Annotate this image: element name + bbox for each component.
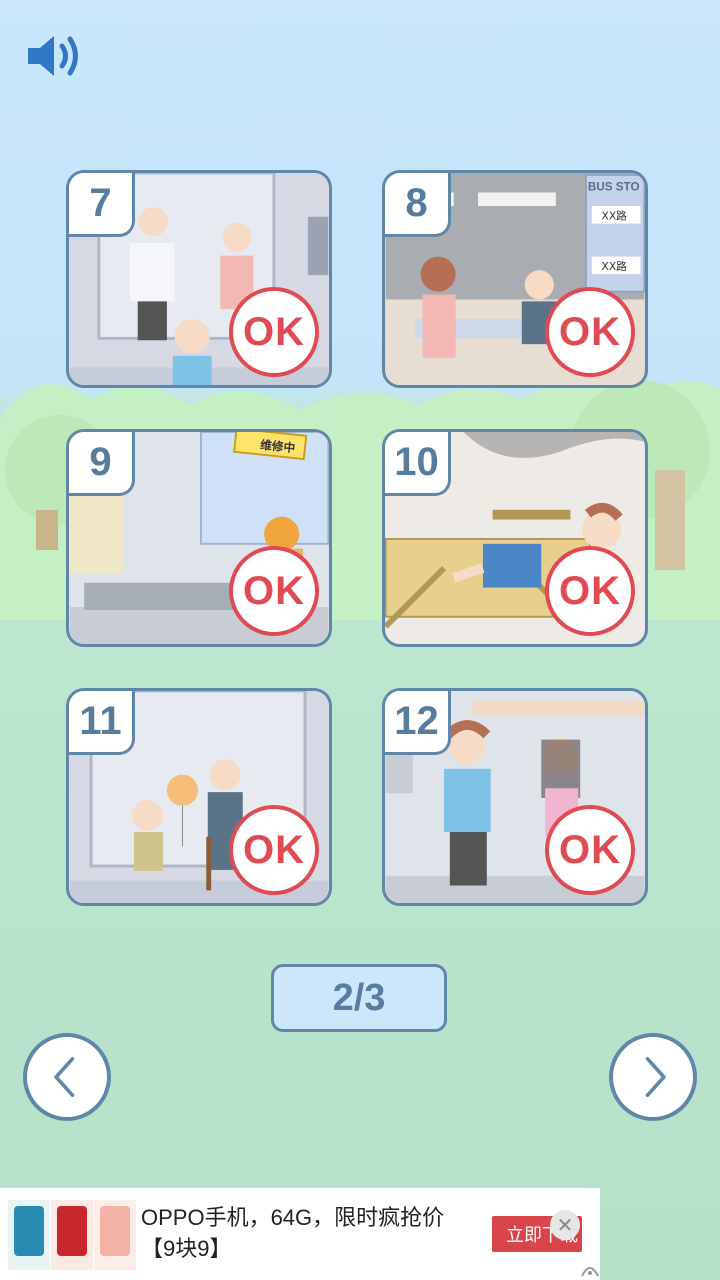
ok-badge: OK <box>229 287 319 377</box>
ad-subtitle: 【9块9】 <box>141 1236 232 1261</box>
ad-mark-icon <box>581 1267 599 1277</box>
level-number: 10 <box>385 432 451 496</box>
level-card-11[interactable]: 11 OK <box>66 688 332 906</box>
level-number: 12 <box>385 691 451 755</box>
ad-title: OPPO手机，64G，限时疯抢价 <box>141 1205 445 1230</box>
level-number: 11 <box>69 691 135 755</box>
route-label-2: XX路 <box>602 260 628 273</box>
level-card-9[interactable]: 维修中 9 OK <box>66 429 332 647</box>
chevron-right-icon <box>645 1057 666 1097</box>
level-number: 9 <box>69 432 135 496</box>
prev-page-button[interactable] <box>23 1033 111 1121</box>
ad-banner[interactable]: OPPO手机，64G，限时疯抢价 【9块9】 立即下载 <box>0 1188 600 1280</box>
close-icon[interactable]: ✕ <box>550 1210 580 1240</box>
level-card-10[interactable]: 10 OK <box>382 429 648 647</box>
next-page-button[interactable] <box>609 1033 697 1121</box>
route-label-1: XX路 <box>602 210 628 223</box>
level-card-7[interactable]: 7 OK <box>66 170 332 388</box>
speaker-volume-icon[interactable] <box>22 30 84 82</box>
ok-badge: OK <box>545 805 635 895</box>
ok-badge: OK <box>229 546 319 636</box>
bus-stop-sign: BUS STO <box>588 181 640 194</box>
level-card-12[interactable]: 12 OK <box>382 688 648 906</box>
ad-product-image <box>8 1200 136 1270</box>
level-number: 7 <box>69 173 135 237</box>
level-card-8[interactable]: BUS STO XX路 XX路 8 OK <box>382 170 648 388</box>
chevron-left-icon <box>54 1057 75 1097</box>
ok-badge: OK <box>229 805 319 895</box>
ok-badge: OK <box>545 546 635 636</box>
page-indicator: 2/3 <box>271 964 447 1032</box>
ok-badge: OK <box>545 287 635 377</box>
level-number: 8 <box>385 173 451 237</box>
